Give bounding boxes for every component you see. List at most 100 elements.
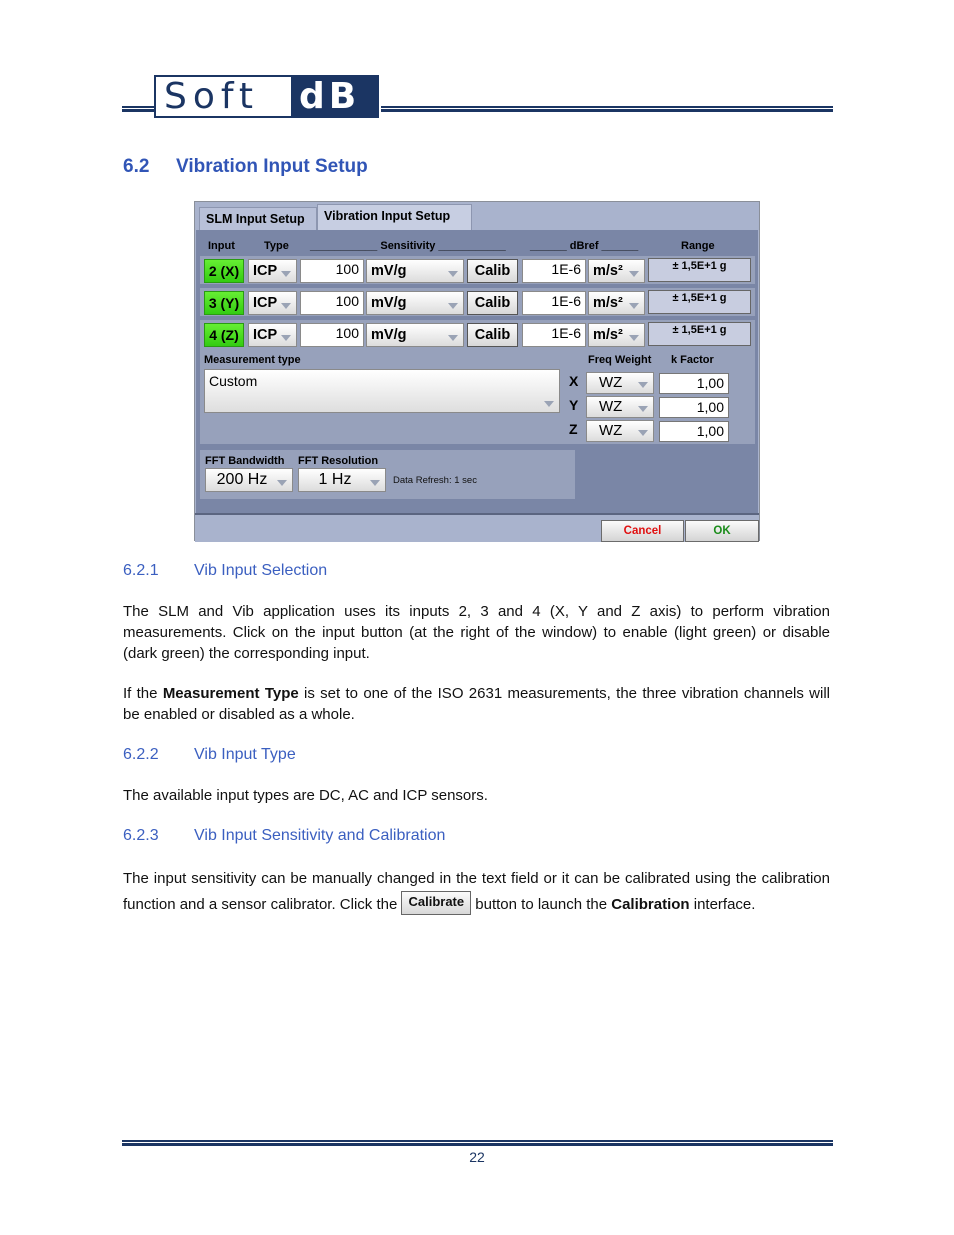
col-header-sensitivity: ___________ Sensitivity ___________ [310,240,506,252]
subsection-heading: 6.2.2 Vib Input Type [123,746,296,764]
page-number: 22 [469,1149,485,1165]
dropdown-arrow-icon [629,303,639,309]
measurement-section: Measurement type Custom Freq Weight k Fa… [200,348,755,444]
dropdown-arrow-icon [629,335,639,341]
dropdown-arrow-icon [277,480,287,486]
sensitivity-field[interactable]: 100 [300,323,364,347]
bold-term: Calibration [611,896,690,913]
subsection-heading: 6.2.1 Vib Input Selection [123,562,327,580]
dropdown-arrow-icon [281,271,291,277]
dropdown-arrow-icon [448,335,458,341]
data-refresh-text: Data Refresh: 1 sec [393,475,477,486]
dbref-unit-value: m/s² [593,263,623,279]
col-header-type: Type [264,240,289,252]
type-dropdown[interactable]: ICP [248,323,297,347]
freq-weight-dropdown-x[interactable]: WZ [586,372,654,394]
subsection-title: Vib Input Selection [194,562,328,579]
calib-button[interactable]: Calib [467,259,518,283]
calib-button[interactable]: Calib [467,323,518,347]
measurement-type-dropdown[interactable]: Custom [204,369,560,413]
fft-bandwidth-label: FFT Bandwidth [205,455,285,467]
freq-weight-label: Freq Weight [588,354,652,366]
dbref-unit-dropdown[interactable]: m/s² [588,291,645,315]
subsection-title: Vib Input Type [194,746,296,763]
k-factor-field-x[interactable]: 1,00 [659,373,729,394]
input-toggle-button[interactable]: 3 (Y) [204,291,244,315]
dbref-field[interactable]: 1E-6 [522,259,586,283]
type-value: ICP [253,327,278,343]
type-dropdown[interactable]: ICP [248,291,297,315]
paragraph: The available input types are DC, AC and… [123,787,488,804]
dbref-unit-dropdown[interactable]: m/s² [588,323,645,347]
axis-label-x: X [569,373,579,389]
col-header-dbref: ______ dBref ______ [530,240,639,252]
input-toggle-button[interactable]: 4 (Z) [204,323,244,347]
header-rule-left [122,106,154,112]
ok-button[interactable]: OK [685,520,759,542]
section-heading: 6.2 Vibration Input Setup [123,156,368,178]
fft-section: FFT Bandwidth FFT Resolution 200 Hz 1 Hz… [200,450,575,499]
type-dropdown[interactable]: ICP [248,259,297,283]
col-header-range: Range [681,240,715,252]
dropdown-arrow-icon [448,303,458,309]
sensitivity-unit-dropdown[interactable]: mV/g [366,323,464,347]
input-row: 3 (Y) ICP 100 mV/g Calib 1E-6 m/s² ± 1,5… [200,288,755,316]
bold-term: Measurement Type [162,685,299,702]
measurement-type-value: Custom [209,373,258,389]
sensitivity-unit-dropdown[interactable]: mV/g [366,291,464,315]
subsection-title: Vib Input Sensitivity and Calibration [194,827,446,844]
measurement-type-label: Measurement type [204,354,301,366]
fft-resolution-label: FFT Resolution [298,455,379,467]
section-number: 6.2 [123,156,150,177]
subsection-number: 6.2.2 [123,746,159,763]
fft-resolution-dropdown[interactable]: 1 Hz [298,468,386,492]
dbref-unit-value: m/s² [593,295,623,311]
paragraph: The SLM and Vib application uses its inp… [123,603,830,662]
subsection-number: 6.2.1 [123,562,159,579]
freq-weight-value: WZ [599,422,623,439]
sensitivity-field[interactable]: 100 [300,291,364,315]
calib-button[interactable]: Calib [467,291,518,315]
text-run: button to launch the [471,896,612,913]
cancel-button[interactable]: Cancel [601,520,684,542]
type-value: ICP [253,295,278,311]
freq-weight-dropdown-y[interactable]: WZ [586,396,654,418]
dropdown-arrow-icon [281,303,291,309]
freq-weight-value: WZ [599,398,623,415]
freq-weight-value: WZ [599,374,623,391]
dropdown-arrow-icon [281,335,291,341]
dropdown-arrow-icon [448,271,458,277]
dbref-unit-value: m/s² [593,327,623,343]
dropdown-arrow-icon [544,401,554,407]
dbref-field[interactable]: 1E-6 [522,291,586,315]
input-row: 2 (X) ICP 100 mV/g Calib 1E-6 m/s² ± 1,5… [200,256,755,284]
text-run: interface. [689,896,756,913]
dialog-button-bar: Cancel OK [195,513,759,542]
subsection-heading: 6.2.3 Vib Input Sensitivity and Calibrati… [123,827,445,845]
section-title: Vibration Input Setup [176,156,368,177]
vibration-input-setup-dialog: SLM Input Setup Vibration Input Setup In… [194,201,760,542]
sensitivity-field[interactable]: 100 [300,259,364,283]
input-toggle-button[interactable]: 2 (X) [204,259,244,283]
logo-text-db: dB [291,77,377,116]
fft-bandwidth-dropdown[interactable]: 200 Hz [205,468,293,492]
k-factor-field-y[interactable]: 1,00 [659,397,729,418]
dropdown-arrow-icon [629,271,639,277]
fft-resolution-value: 1 Hz [318,471,352,488]
softdb-logo: Soft dB [154,75,379,118]
k-factor-field-z[interactable]: 1,00 [659,421,729,442]
dbref-field[interactable]: 1E-6 [522,323,586,347]
sensitivity-unit-value: mV/g [371,295,407,311]
col-header-input: Input [208,240,235,252]
k-factor-label: k Factor [671,354,714,366]
calibrate-button-image: Calibrate [401,891,472,915]
input-row: 4 (Z) ICP 100 mV/g Calib 1E-6 m/s² ± 1,5… [200,320,755,348]
freq-weight-dropdown-z[interactable]: WZ [586,420,654,442]
dbref-unit-dropdown[interactable]: m/s² [588,259,645,283]
tab-slm-input-setup[interactable]: SLM Input Setup [199,207,317,231]
axis-label-z: Z [569,421,578,437]
tab-vibration-input-setup[interactable]: Vibration Input Setup [317,204,472,231]
dropdown-arrow-icon [370,480,380,486]
subsection-number: 6.2.3 [123,827,159,844]
sensitivity-unit-dropdown[interactable]: mV/g [366,259,464,283]
